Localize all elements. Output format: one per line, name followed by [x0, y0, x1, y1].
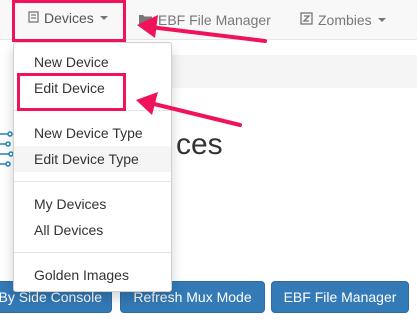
arrow-head-devices — [137, 15, 158, 38]
annotation-arrows — [136, 15, 267, 127]
arrow-head-edit-device — [136, 92, 158, 115]
arrow-to-devices — [148, 25, 267, 43]
arrow-to-edit-device — [148, 101, 242, 127]
